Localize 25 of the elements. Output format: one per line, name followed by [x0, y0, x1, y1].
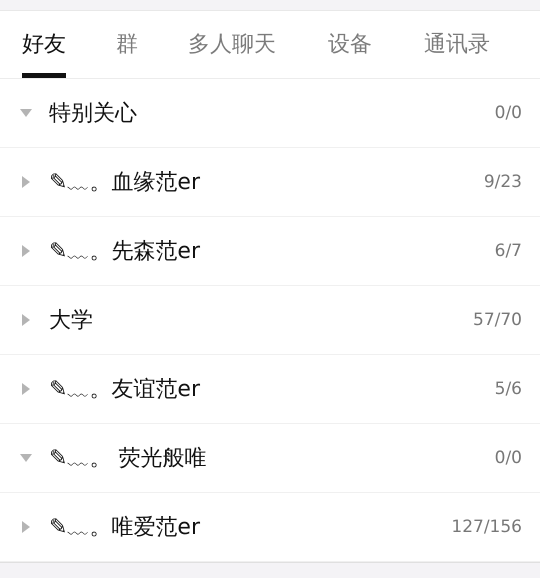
- group-name: 特别关心: [49, 100, 138, 128]
- group-row[interactable]: ✎﹏。 荧光般唯 0/0: [0, 424, 540, 493]
- tab[interactable]: 多人聊天: [188, 11, 276, 78]
- group-count: 0/0: [494, 103, 522, 123]
- group-row[interactable]: ✎﹏。血缘范er 9/23: [0, 148, 540, 217]
- group-row[interactable]: 特别关心 0/0: [0, 79, 540, 148]
- group-row[interactable]: 大学 57/70: [0, 286, 540, 355]
- group-row[interactable]: ✎﹏。友谊范er 5/6: [0, 355, 540, 424]
- group-count: 127/156: [451, 517, 522, 537]
- group-count: 57/70: [473, 310, 522, 330]
- group-count: 9/23: [484, 172, 522, 192]
- tab[interactable]: 通讯录: [424, 11, 490, 78]
- group-name: ✎﹏。 荧光般唯: [49, 445, 208, 473]
- group-count: 6/7: [494, 241, 522, 261]
- group-count: 0/0: [494, 448, 522, 468]
- group-row[interactable]: ✎﹏。先森范er 6/7: [0, 217, 540, 286]
- group-name: ✎﹏。唯爱范er: [49, 514, 202, 542]
- tab[interactable]: 群: [116, 11, 138, 78]
- group-count: 5/6: [494, 379, 522, 399]
- group-name: ✎﹏。先森范er: [49, 238, 202, 266]
- group-name: 大学: [49, 307, 94, 335]
- tab[interactable]: 设备: [328, 11, 372, 78]
- group-name: ✎﹏。友谊范er: [49, 376, 202, 404]
- group-name: ✎﹏。血缘范er: [49, 169, 202, 197]
- tab[interactable]: 好友: [22, 11, 66, 78]
